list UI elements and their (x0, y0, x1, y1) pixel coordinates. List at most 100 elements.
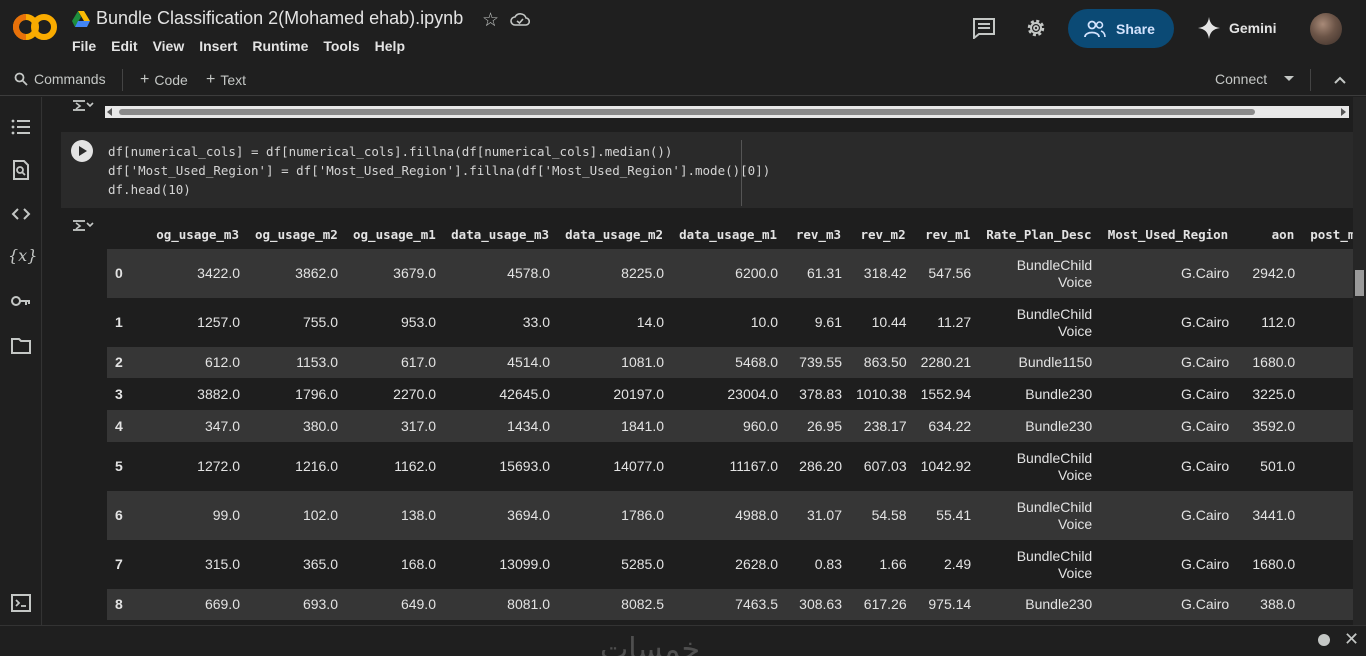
table-cell: l (1302, 410, 1353, 442)
toolbar-divider (122, 69, 123, 91)
menu-help[interactable]: Help (375, 38, 405, 54)
table-cell: 1796.0 (247, 378, 345, 410)
table-cell: 8225.0 (557, 249, 671, 298)
run-cell-button[interactable] (71, 140, 93, 162)
plus-icon: + (140, 71, 150, 88)
table-cell: l (1302, 378, 1353, 410)
table-cell: 9.61 (785, 298, 849, 347)
table-cell: 3441.0 (1236, 491, 1303, 540)
table-cell: l (1302, 347, 1353, 378)
row-index: 6 (107, 491, 135, 540)
connect-button[interactable]: Connect (1215, 71, 1267, 87)
table-cell: 2280.21 (913, 347, 979, 378)
table-cell: 380.0 (247, 410, 345, 442)
table-cell: 5468.0 (671, 347, 785, 378)
table-cell: 138.0 (345, 491, 443, 540)
add-code-button[interactable]: + Code (140, 71, 188, 89)
code-snippets-icon[interactable] (10, 203, 32, 225)
table-cell: 1841.0 (557, 410, 671, 442)
dataframe-table: og_usage_m3 og_usage_m2 og_usage_m1 data_us… (107, 219, 1353, 620)
table-cell: Bundle230 (978, 378, 1100, 410)
scroll-right-icon[interactable] (1341, 108, 1346, 116)
plus-icon: + (206, 71, 216, 88)
table-row: 2 612.0 1153.0 617.0 4514.0 1081.0 5468.0 739.5… (107, 347, 1353, 378)
table-cell: 11.27 (913, 298, 979, 347)
commands-button[interactable]: Commands (14, 71, 106, 87)
table-cell: 1680.0 (1236, 347, 1303, 378)
close-icon[interactable]: ✕ (1344, 629, 1359, 650)
variables-icon[interactable]: {𝑥} (8, 246, 37, 265)
row-index: 0 (107, 249, 135, 298)
scroll-left-icon[interactable] (107, 108, 112, 116)
ruler-line (741, 140, 742, 206)
colab-logo-icon[interactable] (12, 10, 58, 44)
terminal-icon[interactable] (10, 592, 32, 614)
horizontal-scrollbar[interactable] (105, 106, 1349, 118)
table-cell: 7463.5 (671, 589, 785, 620)
code-cell[interactable]: df[numerical_cols] = df[numerical_cols].… (61, 132, 1353, 208)
table-cell: 953.0 (345, 298, 443, 347)
menu-runtime[interactable]: Runtime (252, 38, 308, 54)
table-cell: l (1302, 540, 1353, 589)
column-header: rev_m1 (925, 226, 971, 242)
table-cell: 1216.0 (247, 442, 345, 491)
table-cell: 318.42 (849, 249, 914, 298)
table-cell: 10.44 (849, 298, 914, 347)
menu-insert[interactable]: Insert (199, 38, 237, 54)
table-cell: 3592.0 (1236, 410, 1303, 442)
chevron-up-icon[interactable] (1332, 72, 1348, 88)
table-cell: 634.22 (913, 410, 979, 442)
table-row: 3 3882.0 1796.0 2270.0 42645.0 20197.0 23004.0… (107, 378, 1353, 410)
table-cell: 3422.0 (135, 249, 247, 298)
table-cell: 547.56 (913, 249, 979, 298)
table-header-row: og_usage_m3 og_usage_m2 og_usage_m1 data_us… (107, 219, 1353, 249)
comment-icon[interactable] (972, 17, 996, 39)
people-icon (1084, 20, 1106, 37)
output-toggle-icon[interactable] (71, 97, 95, 115)
table-cell: 1434.0 (443, 410, 557, 442)
notebook-title[interactable]: Bundle Classification 2(Mohamed ehab).ip… (96, 8, 463, 29)
column-header: data_usage_m1 (679, 226, 777, 242)
scroll-thumb[interactable] (1355, 270, 1364, 296)
table-cell: G.Cairo (1099, 540, 1237, 589)
table-cell: 607.03 (849, 442, 914, 491)
table-of-contents-icon[interactable] (10, 116, 32, 138)
menu-view[interactable]: View (153, 38, 185, 54)
add-text-button[interactable]: + Text (206, 71, 246, 89)
table-cell: l (1302, 249, 1353, 298)
star-icon[interactable]: ☆ (482, 9, 499, 32)
table-cell: 1153.0 (247, 347, 345, 378)
status-dot-icon (1318, 634, 1330, 646)
menu-tools[interactable]: Tools (323, 38, 359, 54)
table-cell: 102.0 (247, 491, 345, 540)
column-header: aon (1271, 226, 1295, 242)
table-cell: G.Cairo (1099, 491, 1237, 540)
drive-icon[interactable] (72, 11, 90, 27)
menu-file[interactable]: File (72, 38, 96, 54)
account-avatar[interactable] (1310, 13, 1342, 45)
table-cell: 8081.0 (443, 589, 557, 620)
code-editor[interactable]: df[numerical_cols] = df[numerical_cols].… (108, 142, 770, 199)
chevron-down-icon[interactable] (1284, 76, 1294, 81)
key-icon[interactable] (10, 290, 32, 312)
cloud-saved-icon[interactable] (510, 10, 530, 28)
find-icon[interactable] (10, 159, 32, 181)
add-code-label: Code (154, 72, 188, 88)
toolbar-divider (1310, 69, 1311, 91)
menu-edit[interactable]: Edit (111, 38, 137, 54)
vertical-scrollbar[interactable] (1353, 97, 1366, 625)
row-index: 8 (107, 589, 135, 620)
column-header: Rate_Plan_Desc (986, 226, 1092, 242)
table-cell: G.Cairo (1099, 249, 1237, 298)
scroll-thumb[interactable] (119, 109, 1255, 115)
gear-icon[interactable] (1024, 16, 1048, 40)
folder-icon[interactable] (10, 335, 32, 357)
column-header: post_migr (1310, 226, 1353, 242)
watermark: خمسات (600, 632, 701, 656)
share-button[interactable]: Share (1068, 9, 1174, 48)
table-cell: 317.0 (345, 410, 443, 442)
table-cell: 2270.0 (345, 378, 443, 410)
gemini-button[interactable]: Gemini (1198, 17, 1276, 39)
table-cell: 378.83 (785, 378, 849, 410)
output-toggle-icon[interactable] (71, 217, 95, 235)
